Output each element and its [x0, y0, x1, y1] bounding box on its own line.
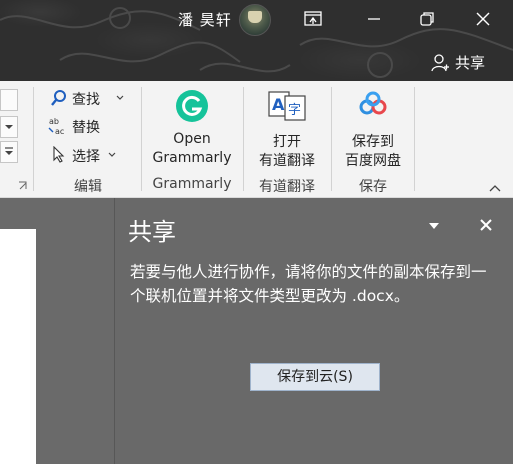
- save-line2: 百度网盘: [345, 153, 401, 169]
- group-separator: [243, 87, 244, 191]
- svg-text:ac: ac: [55, 127, 64, 136]
- svg-text:ab: ab: [49, 117, 59, 126]
- replace-button[interactable]: ab ac 替换: [48, 115, 118, 137]
- share-label: 共享: [455, 54, 486, 72]
- save-to-cloud-button[interactable]: 保存到云(S): [250, 363, 380, 391]
- youdao-line1: 打开: [273, 134, 301, 150]
- ribbon: 查找 ab ac 替换 选择 编辑 Open Grammarly Grammarl…: [0, 81, 513, 198]
- open-youdao-translate-button[interactable]: A字 打开 有道翻译: [250, 87, 324, 171]
- share-pane-title: 共享: [128, 218, 176, 246]
- group-label-editing: 编辑: [74, 179, 102, 195]
- title-bar: 潘 昊轩 共享: [0, 0, 513, 81]
- gallery-expand[interactable]: [0, 141, 18, 163]
- group-separator: [141, 87, 142, 191]
- close-pane-icon[interactable]: [479, 218, 493, 232]
- styles-dialog-launcher-icon[interactable]: [18, 181, 28, 191]
- select-label: 选择: [72, 149, 100, 165]
- restore-icon[interactable]: [416, 8, 438, 30]
- select-button[interactable]: 选择: [48, 144, 130, 166]
- grammarly-line2: Grammarly: [152, 150, 232, 166]
- baidu-netdisk-icon: [359, 91, 387, 115]
- find-label: 查找: [72, 92, 100, 108]
- open-grammarly-button[interactable]: Open Grammarly: [148, 87, 236, 171]
- close-window-icon[interactable]: [472, 8, 494, 30]
- group-separator: [331, 87, 332, 191]
- group-separator: [33, 87, 34, 191]
- grammarly-icon: [176, 90, 208, 122]
- document-page[interactable]: [0, 229, 36, 464]
- search-icon: [51, 90, 66, 106]
- find-button[interactable]: 查找: [48, 87, 130, 109]
- svg-text:A: A: [272, 95, 285, 114]
- pane-options-dropdown-icon[interactable]: [429, 223, 439, 229]
- person-icon: [431, 54, 449, 72]
- ribbon-display-options-icon[interactable]: [302, 8, 324, 30]
- account-avatar[interactable]: [239, 4, 271, 36]
- gallery-scroll-up[interactable]: [0, 89, 18, 111]
- replace-label: 替换: [72, 120, 100, 136]
- gallery-scroll-down[interactable]: [0, 116, 18, 138]
- youdao-line2: 有道翻译: [259, 153, 315, 169]
- group-label-save: 保存: [359, 179, 387, 195]
- chevron-down-icon: [116, 95, 124, 100]
- group-label-youdao: 有道翻译: [259, 179, 315, 195]
- replace-icon: abac: [48, 117, 64, 136]
- cursor-icon: [53, 146, 65, 163]
- save-line1: 保存到: [352, 134, 394, 150]
- group-label-grammarly: Grammarly: [152, 176, 232, 192]
- share-pane: 共享 若要与他人进行协作，请将你的文件的副本保存到一个联机位置并将文件类型更改为…: [114, 198, 513, 464]
- share-pane-message: 若要与他人进行协作，请将你的文件的副本保存到一个联机位置并将文件类型更改为 .d…: [130, 263, 487, 305]
- grammarly-line1: Open: [173, 131, 211, 147]
- group-separator: [414, 87, 415, 191]
- minimize-icon[interactable]: [363, 8, 385, 30]
- chevron-down-icon: [108, 152, 116, 157]
- collapse-ribbon-icon[interactable]: [488, 183, 502, 193]
- svg-text:字: 字: [288, 103, 301, 118]
- account-name[interactable]: 潘 昊轩: [178, 9, 232, 30]
- translate-icon: A字: [268, 91, 306, 121]
- save-to-baidu-pan-button[interactable]: 保存到 百度网盘: [338, 87, 408, 171]
